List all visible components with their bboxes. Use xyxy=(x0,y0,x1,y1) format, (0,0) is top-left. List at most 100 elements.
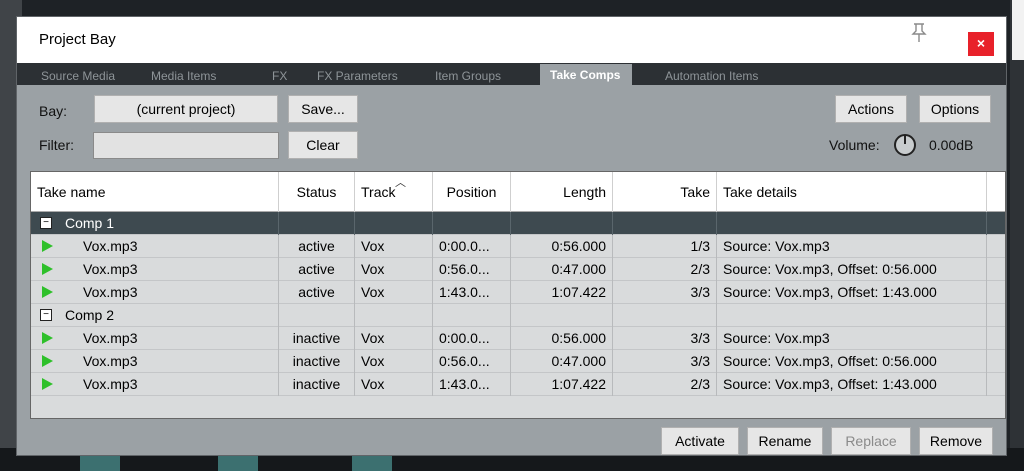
volume-value: 0.00dB xyxy=(929,137,974,153)
track-cell: Vox xyxy=(355,281,433,304)
table-row[interactable]: Vox.mp3 inactive Vox 0:56.0... 0:47.000 … xyxy=(31,350,1005,373)
empty-cell xyxy=(511,304,613,327)
column-header-track[interactable]: Track xyxy=(355,172,433,212)
take-details-cell: Source: Vox.mp3 xyxy=(717,235,987,258)
position-cell: 1:43.0... xyxy=(433,281,511,304)
table-row[interactable]: Vox.mp3 inactive Vox 1:43.0... 1:07.422 … xyxy=(31,373,1005,396)
status-cell: active xyxy=(279,235,355,258)
column-header-position[interactable]: Position xyxy=(433,172,511,212)
volume-label: Volume: xyxy=(829,137,880,153)
tab-fx-parameters[interactable]: FX Parameters xyxy=(317,67,398,85)
empty-cell xyxy=(433,212,511,235)
collapse-icon[interactable]: − xyxy=(40,217,52,229)
empty-cell xyxy=(717,212,987,235)
take-details-cell: Source: Vox.mp3, Offset: 1:43.000 xyxy=(717,373,987,396)
length-cell: 0:56.000 xyxy=(511,235,613,258)
tab-item-groups[interactable]: Item Groups xyxy=(435,67,501,85)
filter-label: Filter: xyxy=(39,137,74,153)
bay-label: Bay: xyxy=(39,103,68,119)
take-name-cell: Vox.mp3 xyxy=(77,258,279,281)
status-cell: inactive xyxy=(279,373,355,396)
tab-media-items[interactable]: Media Items xyxy=(151,67,216,85)
tab-take-comps[interactable]: Take Comps xyxy=(540,64,633,85)
column-header-take-details[interactable]: Take details xyxy=(717,172,987,212)
play-icon[interactable] xyxy=(42,286,53,298)
tab-strip: Source Media Media Items FX FX Parameter… xyxy=(17,63,1006,85)
play-icon[interactable] xyxy=(42,263,53,275)
table-row[interactable]: Vox.mp3 active Vox 0:56.0... 0:47.000 2/… xyxy=(31,258,1005,281)
status-cell: inactive xyxy=(279,327,355,350)
length-cell: 0:47.000 xyxy=(511,350,613,373)
rename-button[interactable]: Rename xyxy=(747,427,823,455)
table-row[interactable]: Vox.mp3 active Vox 1:43.0... 1:07.422 3/… xyxy=(31,281,1005,304)
status-cell: active xyxy=(279,258,355,281)
pin-icon[interactable] xyxy=(910,23,928,48)
table-row[interactable]: Vox.mp3 inactive Vox 0:00.0... 0:56.000 … xyxy=(31,327,1005,350)
track-cell: Vox xyxy=(355,235,433,258)
take-details-cell: Source: Vox.mp3 xyxy=(717,327,987,350)
take-name-cell: Vox.mp3 xyxy=(77,235,279,258)
collapse-icon[interactable]: − xyxy=(40,309,52,321)
position-cell: 0:00.0... xyxy=(433,235,511,258)
play-icon[interactable] xyxy=(42,355,53,367)
empty-cell xyxy=(511,212,613,235)
close-button[interactable]: × xyxy=(968,32,994,56)
actions-button[interactable]: Actions xyxy=(835,95,907,123)
clear-button[interactable]: Clear xyxy=(288,131,358,159)
status-cell: active xyxy=(279,281,355,304)
empty-cell xyxy=(717,304,987,327)
take-details-cell: Source: Vox.mp3, Offset: 0:56.000 xyxy=(717,258,987,281)
tab-automation-items[interactable]: Automation Items xyxy=(665,67,758,85)
table-empty-area[interactable] xyxy=(31,396,1005,418)
volume-knob-icon[interactable] xyxy=(894,134,916,156)
bay-selector[interactable]: (current project) xyxy=(94,95,278,123)
take-details-cell: Source: Vox.mp3, Offset: 1:43.000 xyxy=(717,281,987,304)
take-name-cell: Vox.mp3 xyxy=(77,327,279,350)
take-comps-table: Take name Status Track Position Length T… xyxy=(30,171,1006,419)
save-button[interactable]: Save... xyxy=(288,95,358,123)
activate-button[interactable]: Activate xyxy=(661,427,739,455)
take-cell: 2/3 xyxy=(613,373,717,396)
track-cell: Vox xyxy=(355,327,433,350)
play-icon[interactable] xyxy=(42,240,53,252)
comp-name: Comp 1 xyxy=(59,212,279,235)
options-button[interactable]: Options xyxy=(919,95,991,123)
comp-group-row[interactable]: − Comp 1 xyxy=(31,212,1005,235)
column-header-status[interactable]: Status xyxy=(279,172,355,212)
position-cell: 0:56.0... xyxy=(433,258,511,281)
take-name-cell: Vox.mp3 xyxy=(77,350,279,373)
table-row[interactable]: Vox.mp3 active Vox 0:00.0... 0:56.000 1/… xyxy=(31,235,1005,258)
tab-source-media[interactable]: Source Media xyxy=(41,67,115,85)
column-header-take[interactable]: Take xyxy=(613,172,717,212)
remove-button[interactable]: Remove xyxy=(919,427,993,455)
filter-input[interactable] xyxy=(93,132,279,159)
empty-cell xyxy=(433,304,511,327)
tab-fx[interactable]: FX xyxy=(272,67,287,85)
length-cell: 1:07.422 xyxy=(511,373,613,396)
play-icon[interactable] xyxy=(42,378,53,390)
take-cell: 3/3 xyxy=(613,350,717,373)
take-cell: 3/3 xyxy=(613,327,717,350)
title-bar[interactable]: Project Bay × xyxy=(17,17,1006,63)
position-cell: 1:43.0... xyxy=(433,373,511,396)
empty-cell xyxy=(279,304,355,327)
length-cell: 1:07.422 xyxy=(511,281,613,304)
take-details-cell: Source: Vox.mp3, Offset: 0:56.000 xyxy=(717,350,987,373)
right-edge-highlight xyxy=(1012,0,1024,60)
column-header-take-name[interactable]: Take name xyxy=(31,172,279,212)
replace-button[interactable]: Replace xyxy=(831,427,911,455)
table-header: Take name Status Track Position Length T… xyxy=(31,172,1005,212)
track-cell: Vox xyxy=(355,258,433,281)
comp-name: Comp 2 xyxy=(59,304,279,327)
empty-cell xyxy=(279,212,355,235)
media-thumbnail xyxy=(352,454,392,471)
media-thumbnail xyxy=(80,454,120,471)
play-icon[interactable] xyxy=(42,332,53,344)
track-cell: Vox xyxy=(355,373,433,396)
take-cell: 2/3 xyxy=(613,258,717,281)
take-name-cell: Vox.mp3 xyxy=(77,373,279,396)
sort-caret-icon: ︿ xyxy=(395,177,406,189)
comp-group-row[interactable]: − Comp 2 xyxy=(31,304,1005,327)
column-header-length[interactable]: Length xyxy=(511,172,613,212)
take-cell: 3/3 xyxy=(613,281,717,304)
